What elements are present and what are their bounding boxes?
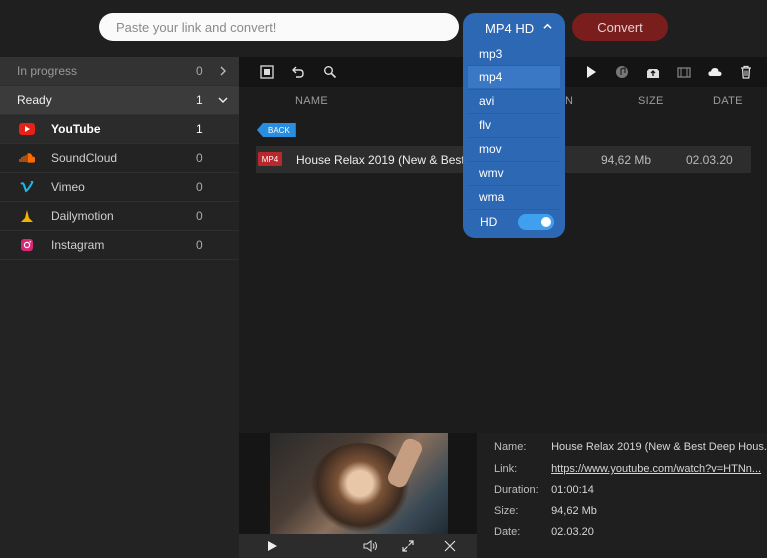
file-name: House Relax 2019 (New & Best D...: [296, 153, 487, 167]
url-input[interactable]: [99, 13, 459, 41]
detail-size-row: Size: 94,62 Mb: [494, 505, 597, 517]
fullscreen-icon[interactable]: [402, 540, 414, 552]
sidebar-item-label: Dailymotion: [51, 209, 114, 223]
instagram-icon: [21, 239, 33, 251]
column-name[interactable]: NAME: [295, 95, 328, 107]
export-icon[interactable]: [646, 65, 660, 79]
sidebar-item-instagram[interactable]: Instagram 0: [0, 231, 239, 260]
sidebar-in-progress-count: 0: [196, 64, 203, 78]
sidebar-ready[interactable]: Ready 1: [0, 86, 239, 115]
format-option-avi[interactable]: avi: [468, 90, 560, 112]
detail-duration: 01:00:14: [551, 484, 594, 496]
search-icon[interactable]: [323, 65, 337, 79]
detail-name-row: Name: House Relax 2019 (New & Best Deep …: [494, 441, 767, 453]
hd-label: HD: [480, 215, 498, 229]
detail-date: 02.03.20: [551, 526, 594, 538]
format-dropdown: mp3 mp4 avi flv mov wmv wma HD: [463, 43, 565, 238]
sidebar-item-youtube[interactable]: YouTube 1: [0, 115, 239, 144]
format-badge: MP4: [258, 152, 282, 166]
chevron-up-icon: [543, 23, 552, 29]
detail-key: Date:: [494, 526, 521, 538]
detail-date-row: Date: 02.03.20: [494, 526, 594, 538]
column-size[interactable]: SIZE: [638, 95, 664, 107]
detail-size: 94,62 Mb: [551, 505, 597, 517]
undo-icon[interactable]: [291, 65, 305, 79]
toggle-knob: [541, 217, 551, 227]
detail-duration-row: Duration: 01:00:14: [494, 484, 594, 496]
sidebar-ready-count: 1: [196, 93, 203, 107]
column-duration[interactable]: N: [565, 95, 573, 107]
file-size: 94,62 Mb: [601, 153, 652, 167]
soundcloud-icon: [19, 153, 35, 163]
close-icon[interactable]: [444, 540, 456, 552]
chevron-right-icon: [220, 66, 226, 76]
back-button[interactable]: BACK: [257, 123, 296, 137]
file-details: Name: House Relax 2019 (New & Best Deep …: [477, 433, 767, 558]
detail-key: Name:: [494, 441, 527, 453]
sidebar-item-count: 0: [196, 151, 203, 165]
dropdown-divider: [468, 209, 560, 210]
chevron-down-icon: [218, 97, 228, 103]
hd-toggle[interactable]: [518, 214, 554, 230]
format-option-wma[interactable]: wma: [468, 186, 560, 208]
video-thumbnail[interactable]: [270, 433, 448, 534]
video-preview: [239, 433, 477, 558]
convert-button[interactable]: Convert: [572, 13, 668, 41]
sidebar-item-count: 0: [196, 238, 203, 252]
sidebar-ready-label: Ready: [17, 93, 52, 107]
volume-icon[interactable]: [363, 540, 379, 552]
format-option-mp3[interactable]: mp3: [468, 43, 560, 65]
sidebar-in-progress[interactable]: In progress 0: [0, 57, 239, 86]
detail-link[interactable]: https://www.youtube.com/watch?v=HTNn...: [551, 463, 761, 475]
sidebar-item-label: Instagram: [51, 238, 105, 252]
top-bar: MP4 HD Convert: [0, 0, 767, 57]
sidebar-in-progress-label: In progress: [17, 64, 78, 78]
sidebar-item-count: 1: [196, 122, 203, 136]
youtube-icon: [19, 123, 35, 135]
vimeo-icon: [20, 181, 34, 193]
play-icon[interactable]: [266, 540, 278, 552]
format-select-label: MP4 HD: [485, 20, 535, 36]
sidebar-item-label: YouTube: [51, 122, 101, 136]
sidebar-item-count: 0: [196, 180, 203, 194]
video-convert-icon[interactable]: [677, 65, 691, 79]
select-all-icon[interactable]: [260, 65, 274, 79]
column-date[interactable]: DATE: [713, 95, 743, 107]
sidebar-item-vimeo[interactable]: Vimeo 0: [0, 173, 239, 202]
format-option-mov[interactable]: mov: [468, 138, 560, 160]
cloud-icon[interactable]: [708, 65, 722, 79]
format-option-mp4[interactable]: mp4: [468, 66, 560, 88]
detail-link-row: Link: https://www.youtube.com/watch?v=HT…: [494, 463, 761, 475]
detail-name: House Relax 2019 (New & Best Deep Hous..…: [551, 441, 767, 453]
thumbnail-figure: [310, 443, 410, 533]
file-date: 02.03.20: [686, 153, 733, 167]
detail-key: Size:: [494, 505, 519, 517]
dailymotion-icon: [21, 210, 33, 222]
music-icon[interactable]: [615, 65, 629, 79]
sidebar-item-label: Vimeo: [51, 180, 85, 194]
sidebar-item-label: SoundCloud: [51, 151, 118, 165]
detail-key: Link:: [494, 463, 518, 475]
format-option-wmv[interactable]: wmv: [468, 162, 560, 184]
sidebar-item-count: 0: [196, 209, 203, 223]
trash-icon[interactable]: [739, 65, 753, 79]
detail-key: Duration:: [494, 484, 539, 496]
sidebar-item-dailymotion[interactable]: Dailymotion 0: [0, 202, 239, 231]
format-option-flv[interactable]: flv: [468, 114, 560, 136]
sidebar: In progress 0 Ready 1 YouTube 1 SoundClo…: [0, 57, 239, 558]
player-controls: [239, 534, 477, 558]
play-icon[interactable]: [584, 65, 598, 79]
format-select-button[interactable]: MP4 HD: [463, 13, 565, 43]
sidebar-item-soundcloud[interactable]: SoundCloud 0: [0, 144, 239, 173]
